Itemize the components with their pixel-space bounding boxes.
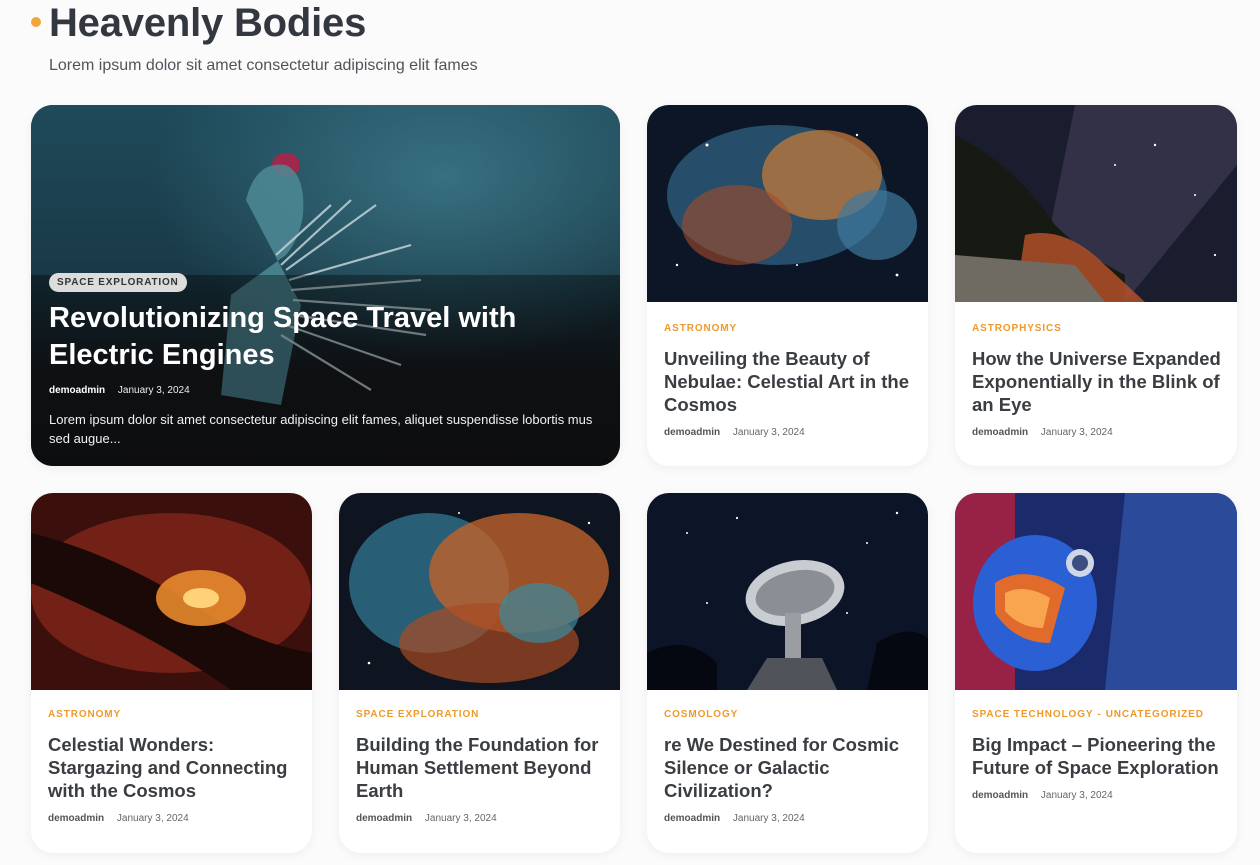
post-card[interactable]: ASTROPHYSICS How the Universe Expanded E…	[955, 105, 1237, 466]
post-category[interactable]: ASTRONOMY	[48, 709, 298, 720]
post-date: January 3, 2024	[1040, 790, 1113, 801]
featured-post-title[interactable]: Revolutionizing Space Travel with Electr…	[49, 300, 569, 374]
featured-post-card[interactable]: SPACE EXPLORATION Revolutionizing Space …	[31, 105, 620, 466]
post-title[interactable]: re We Destined for Cosmic Silence or Gal…	[664, 733, 914, 802]
post-title[interactable]: Big Impact – Pioneering the Future of Sp…	[972, 733, 1223, 779]
section-subtitle: Lorem ipsum dolor sit amet consectetur a…	[49, 57, 478, 74]
post-category: SPACE TECHNOLOGY - UNCATEGORIZED	[972, 709, 1204, 720]
post-card[interactable]: ASTRONOMY Celestial Wonders: Stargazing …	[31, 493, 312, 853]
post-thumbnail	[647, 105, 928, 302]
accent-dot-icon	[31, 17, 41, 27]
post-card-body: ASTROPHYSICS How the Universe Expanded E…	[972, 323, 1223, 438]
post-card[interactable]: ASTRONOMY Unveiling the Beauty of Nebula…	[647, 105, 928, 466]
post-category[interactable]: SPACE EXPLORATION	[356, 709, 606, 720]
post-category-link[interactable]: SPACE TECHNOLOGY	[972, 709, 1093, 720]
post-meta: demoadmin January 3, 2024	[972, 427, 1223, 438]
featured-post-excerpt: Lorem ipsum dolor sit amet consectetur a…	[49, 412, 593, 446]
post-thumbnail	[339, 493, 620, 690]
post-card[interactable]: SPACE EXPLORATION Building the Foundatio…	[339, 493, 620, 853]
featured-post-meta: demoadmin January 3, 2024	[49, 385, 190, 396]
post-author[interactable]: demoadmin	[356, 813, 412, 824]
section-title: Heavenly Bodies	[49, 1, 367, 45]
post-date: January 3, 2024	[116, 813, 189, 824]
post-date: January 3, 2024	[732, 427, 805, 438]
post-title[interactable]: How the Universe Expanded Exponentially …	[972, 347, 1223, 416]
post-card-body: SPACE TECHNOLOGY - UNCATEGORIZED Big Impac…	[972, 709, 1223, 801]
post-card[interactable]: COSMOLOGY re We Destined for Cosmic Sile…	[647, 493, 928, 853]
post-card-body: COSMOLOGY re We Destined for Cosmic Sile…	[664, 709, 914, 824]
post-author[interactable]: demoadmin	[664, 813, 720, 824]
post-card[interactable]: SPACE TECHNOLOGY - UNCATEGORIZED Big Impac…	[955, 493, 1237, 853]
post-date: January 3, 2024	[424, 813, 497, 824]
post-meta: demoadmin January 3, 2024	[664, 427, 914, 438]
post-thumbnail	[955, 493, 1237, 690]
post-category[interactable]: ASTRONOMY	[664, 323, 914, 334]
post-date: January 3, 2024	[732, 813, 805, 824]
post-thumbnail	[955, 105, 1237, 302]
post-meta: demoadmin January 3, 2024	[48, 813, 298, 824]
post-thumbnail	[647, 493, 928, 690]
post-date: January 3, 2024	[117, 385, 190, 396]
post-category[interactable]: ASTROPHYSICS	[972, 323, 1223, 334]
post-card-body: SPACE EXPLORATION Building the Foundatio…	[356, 709, 606, 824]
post-date: January 3, 2024	[1040, 427, 1113, 438]
post-author[interactable]: demoadmin	[972, 790, 1028, 801]
post-meta: demoadmin January 3, 2024	[356, 813, 606, 824]
post-card-body: ASTRONOMY Celestial Wonders: Stargazing …	[48, 709, 298, 824]
post-author[interactable]: demoadmin	[664, 427, 720, 438]
post-meta: demoadmin January 3, 2024	[972, 790, 1223, 801]
post-category-link-2[interactable]: UNCATEGORIZED	[1106, 709, 1204, 720]
post-title[interactable]: Building the Foundation for Human Settle…	[356, 733, 606, 802]
post-title[interactable]: Celestial Wonders: Stargazing and Connec…	[48, 733, 298, 802]
post-meta: demoadmin January 3, 2024	[664, 813, 914, 824]
post-title[interactable]: Unveiling the Beauty of Nebulae: Celesti…	[664, 347, 914, 416]
post-author[interactable]: demoadmin	[49, 385, 105, 396]
post-author[interactable]: demoadmin	[972, 427, 1028, 438]
post-card-body: ASTRONOMY Unveiling the Beauty of Nebula…	[664, 323, 914, 438]
post-category[interactable]: COSMOLOGY	[664, 709, 914, 720]
post-thumbnail	[31, 493, 312, 690]
featured-category-badge[interactable]: SPACE EXPLORATION	[49, 273, 187, 292]
post-author[interactable]: demoadmin	[48, 813, 104, 824]
